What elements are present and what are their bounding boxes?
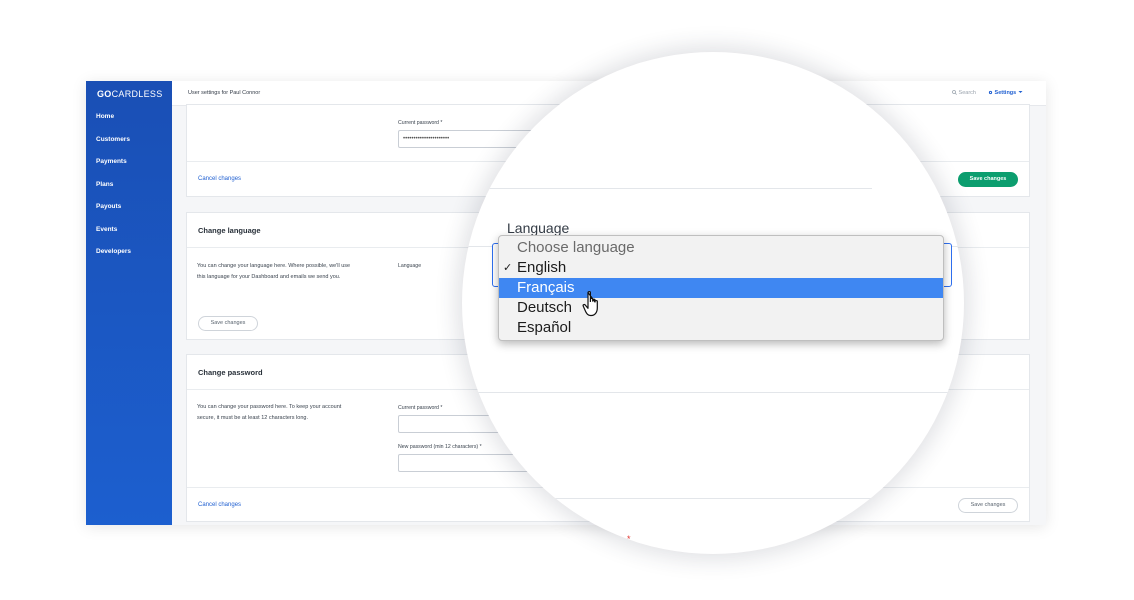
password-card-title: Change password (198, 368, 263, 377)
sidebar-nav: Home Customers Payments Plans Payouts Ev… (96, 111, 131, 269)
save-changes-button[interactable]: Save changes (958, 172, 1018, 187)
sidebar-item-home[interactable]: Home (96, 111, 131, 134)
save-password-button[interactable]: Save changes (958, 498, 1018, 513)
magnifier-lens: Language Choose language ✓ English França… (462, 52, 964, 554)
sidebar-item-events[interactable]: Events (96, 224, 131, 247)
language-card-title: Change language (198, 226, 261, 235)
option-english[interactable]: ✓ English (499, 258, 943, 278)
sidebar: GOCARDLESS Home Customers Payments Plans… (86, 81, 172, 525)
password-description: You can change your password here. To ke… (197, 404, 342, 421)
option-francais[interactable]: Français (499, 278, 943, 298)
check-icon: ✓ (503, 262, 513, 274)
hand-pointer-icon (582, 291, 598, 317)
sidebar-item-customers[interactable]: Customers (96, 134, 131, 157)
logo-rest: CARDLESS (111, 89, 163, 99)
sidebar-item-payouts[interactable]: Payouts (96, 201, 131, 224)
sidebar-item-developers[interactable]: Developers (96, 246, 131, 269)
gear-icon (988, 90, 993, 95)
cancel-changes-link[interactable]: Cancel changes (198, 502, 241, 508)
required-asterisk: * (627, 534, 631, 544)
language-dropdown-magnified[interactable]: Choose language ✓ English Français Deutsc… (498, 235, 944, 341)
sidebar-item-plans[interactable]: Plans (96, 179, 131, 202)
option-label: English (517, 259, 567, 276)
cancel-changes-link[interactable]: Cancel changes (198, 176, 241, 182)
divider (462, 188, 872, 189)
password-dots: •••••••••••••••••••••• (403, 136, 450, 142)
save-language-button[interactable]: Save changes (198, 316, 258, 331)
current-password-label: Current password * (398, 405, 443, 411)
language-description: You can change your language here. Where… (197, 263, 351, 280)
current-password-label: Current password * (398, 120, 443, 126)
option-espanol[interactable]: Español (499, 318, 943, 338)
chevron-down-icon (1018, 91, 1023, 93)
language-label-magnified: Language (507, 220, 570, 236)
settings-menu-button[interactable]: Settings (988, 90, 1023, 96)
option-choose-language[interactable]: Choose language (499, 238, 943, 258)
logo-bold: GO (97, 89, 112, 99)
divider (462, 392, 964, 393)
page-title: User settings for Paul Connor (188, 90, 261, 96)
language-label: Language (398, 263, 422, 269)
magnified-view: Language Choose language ✓ English França… (462, 52, 964, 554)
settings-label: Settings (994, 90, 1017, 96)
option-deutsch[interactable]: Deutsch (499, 298, 943, 318)
sidebar-item-payments[interactable]: Payments (96, 156, 131, 179)
page: GOCARDLESS Home Customers Payments Plans… (0, 0, 1134, 600)
logo[interactable]: GOCARDLESS (97, 89, 163, 99)
divider (462, 498, 872, 499)
